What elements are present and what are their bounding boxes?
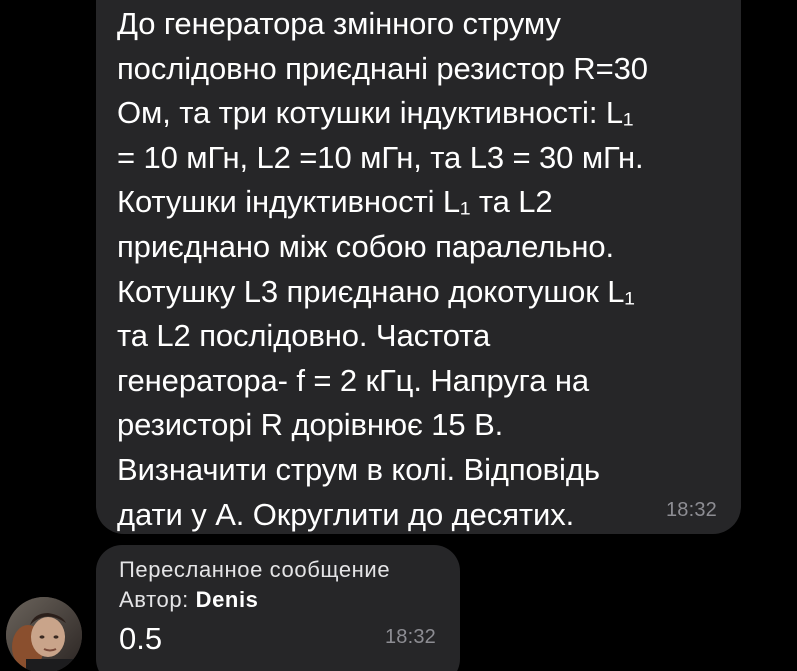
author-label: Автор: <box>119 587 196 612</box>
forwarded-message-bubble[interactable]: Пересланное сообщение Автор: Denis 0.5 1… <box>96 545 460 671</box>
message-time: 18:32 <box>665 499 717 521</box>
avatar-image <box>6 597 82 671</box>
message-bubble[interactable]: До генератора змінного струму послідовно… <box>96 0 741 534</box>
author-name[interactable]: Denis <box>196 587 259 612</box>
forwarded-label: Пересланное сообщение <box>119 557 391 582</box>
forwarded-author[interactable]: Автор: Denis <box>119 585 460 615</box>
user-avatar-icon[interactable] <box>6 597 82 671</box>
chat-view: До генератора змінного струму послідовно… <box>0 0 797 671</box>
message-time: 18:32 <box>384 626 436 648</box>
message-text: До генератора змінного струму послідовно… <box>117 6 648 532</box>
